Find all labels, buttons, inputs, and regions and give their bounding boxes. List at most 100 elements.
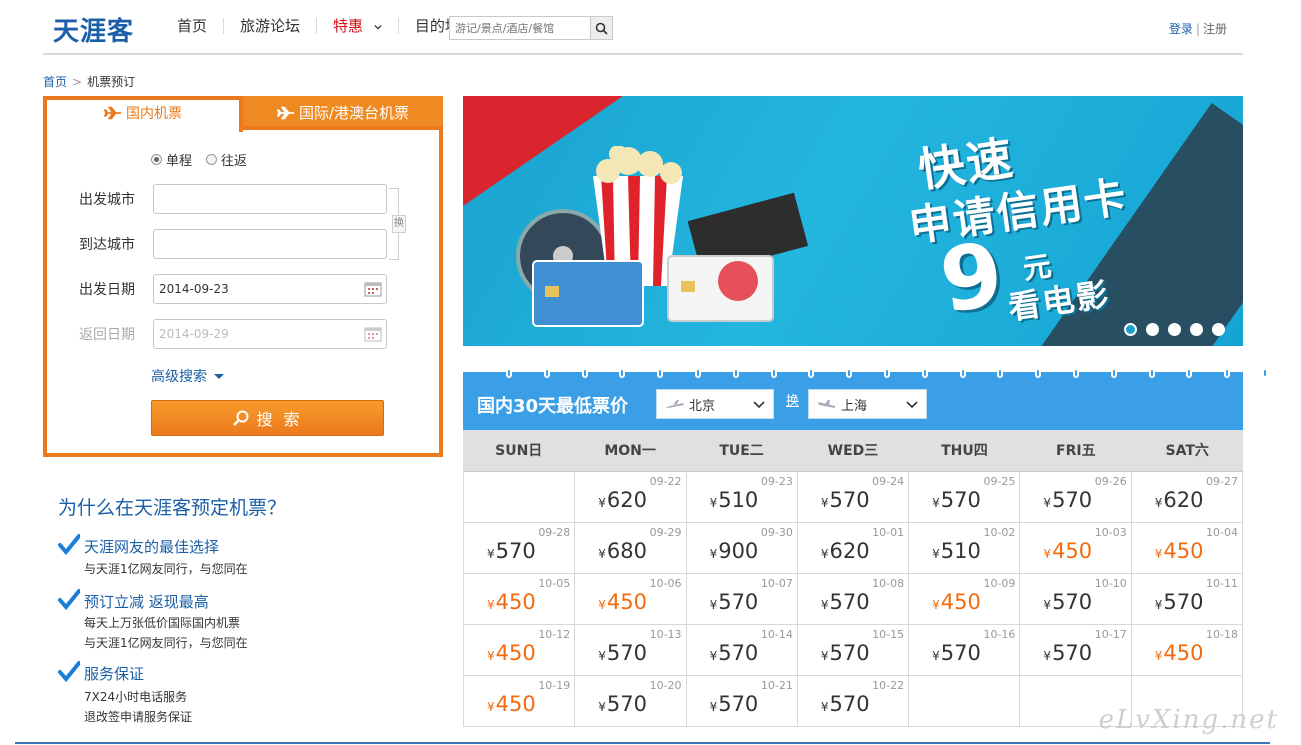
fare-price: ¥570	[710, 590, 759, 614]
depart-date-input[interactable]: 2014-09-23	[153, 274, 387, 304]
fare-date: 10-19	[538, 679, 571, 692]
fare-cell[interactable]: 10-04 ¥450	[1131, 523, 1243, 574]
fare-cell[interactable]: 09-23 ¥510	[686, 472, 798, 523]
fare-cell[interactable]: 09-24 ¥570	[797, 472, 910, 523]
fare-amount: 570	[940, 488, 981, 512]
site-logo[interactable]: 天涯客	[53, 11, 134, 48]
search-flights-button[interactable]: 搜 索	[151, 400, 384, 436]
register-link[interactable]: 注册	[1203, 22, 1227, 36]
carousel-dot[interactable]	[1190, 323, 1203, 336]
fare-price-low: ¥450	[487, 692, 536, 716]
fare-cell[interactable]: 09-27 ¥620	[1131, 472, 1243, 523]
breadcrumb-current: 机票预订	[87, 75, 136, 89]
plane-icon	[104, 106, 122, 120]
fare-cell[interactable]: 10-11 ¥570	[1131, 574, 1243, 625]
fare-price: ¥680	[598, 539, 647, 563]
fare-cell[interactable]: 10-05 ¥450	[464, 574, 576, 625]
fare-cell[interactable]: 10-10 ¥570	[1020, 574, 1132, 625]
fare-cell[interactable]: 10-13 ¥570	[575, 625, 687, 676]
promo-banner[interactable]: 快速 申请信用卡 9 元 看电影	[463, 96, 1243, 346]
fare-cell[interactable]: 10-15 ¥570	[797, 625, 910, 676]
fare-amount: 680	[606, 539, 648, 563]
fare-cell[interactable]: 10-12 ¥450	[464, 625, 576, 676]
calendar-ring	[808, 368, 815, 378]
bottom-divider	[15, 742, 1270, 744]
plane-takeoff-icon	[666, 400, 684, 408]
calendar-header: 国内30天最低票价 北京 换 上海	[463, 368, 1268, 430]
fare-cell[interactable]: 09-25 ¥570	[909, 472, 1021, 523]
swap-cities-button[interactable]: 换	[389, 188, 411, 260]
calendar-icon[interactable]	[364, 281, 382, 297]
calendar-swap-link[interactable]: 换	[786, 390, 799, 409]
fare-cell[interactable]: 10-16 ¥570	[909, 625, 1021, 676]
fare-cell[interactable]: 10-06 ¥450	[575, 574, 687, 625]
fare-amount: 620	[606, 488, 648, 512]
fare-cell[interactable]: 10-01 ¥620	[797, 523, 910, 574]
why-item-head: 服务保证	[84, 665, 145, 683]
fare-cell[interactable]: 09-28 ¥570	[464, 523, 576, 574]
fare-cell[interactable]: 10-02 ¥510	[909, 523, 1021, 574]
chevron-down-icon	[906, 401, 918, 409]
from-city-select[interactable]: 北京	[656, 389, 774, 419]
empty-cell	[909, 676, 1021, 727]
fare-cell[interactable]: 10-22 ¥570	[797, 676, 910, 727]
fare-price: ¥570	[821, 590, 870, 614]
currency-symbol: ¥	[709, 598, 718, 612]
tab-international[interactable]: 国际/港澳台机票	[243, 96, 443, 130]
fare-amount: 450	[1163, 641, 1204, 665]
watermark: eLvXing.net	[1098, 705, 1279, 735]
carousel-dot[interactable]	[1212, 323, 1225, 336]
fare-price: ¥570	[710, 692, 759, 716]
fare-date: 10-03	[1094, 526, 1127, 539]
currency-symbol: ¥	[1154, 598, 1163, 612]
radio-roundtrip-dot[interactable]	[206, 154, 218, 165]
fare-date: 10-02	[983, 526, 1016, 539]
currency-symbol: ¥	[820, 700, 829, 714]
plane-icon	[276, 106, 295, 120]
site-search-input[interactable]	[450, 17, 590, 39]
fare-cell[interactable]: 10-17 ¥570	[1020, 625, 1132, 676]
fare-cell[interactable]: 10-08 ¥570	[797, 574, 910, 625]
fare-cell[interactable]: 10-21 ¥570	[686, 676, 798, 727]
fare-cell[interactable]: 10-19 ¥450	[464, 676, 576, 727]
calendar-icon[interactable]	[364, 326, 382, 342]
fare-date: 09-25	[983, 475, 1016, 488]
return-date-input[interactable]: 2014-09-29	[153, 319, 387, 349]
radio-oneway[interactable]: 单程	[151, 150, 192, 169]
to-city-input[interactable]	[153, 229, 387, 259]
why-item-sub: 与天涯1亿网友同行，与您同在	[84, 636, 248, 650]
fare-cell[interactable]: 10-18 ¥450	[1131, 625, 1243, 676]
fare-cell[interactable]: 10-20 ¥570	[575, 676, 687, 727]
nav-forum[interactable]: 旅游论坛	[223, 18, 316, 34]
radio-oneway-dot[interactable]	[151, 154, 162, 165]
nav-home[interactable]: 首页	[161, 18, 223, 34]
fare-cell[interactable]: 09-29 ¥680	[575, 523, 687, 574]
fare-date: 10-18	[1206, 628, 1238, 641]
advanced-search-link[interactable]: 高级搜索	[151, 366, 224, 386]
fare-cell[interactable]: 10-14 ¥570	[686, 625, 798, 676]
to-city-select[interactable]: 上海	[808, 389, 927, 419]
to-row: 到达城市	[79, 229, 387, 259]
fare-cell[interactable]: 10-03 ¥450	[1020, 523, 1132, 574]
fare-cell[interactable]: 09-22 ¥620	[575, 472, 687, 523]
currency-symbol: ¥	[1043, 598, 1052, 612]
tab-domestic[interactable]: 国内机票	[43, 96, 243, 132]
fare-cell[interactable]: 09-26 ¥570	[1020, 472, 1132, 523]
breadcrumb: 首页 > 机票预订	[43, 73, 135, 90]
breadcrumb-home[interactable]: 首页	[43, 75, 67, 89]
radio-roundtrip-label: 往返	[221, 154, 248, 169]
site-search-button[interactable]	[590, 17, 612, 39]
carousel-dot[interactable]	[1124, 323, 1137, 336]
tab-domestic-label: 国内机票	[126, 106, 182, 122]
login-link[interactable]: 登录	[1169, 22, 1193, 36]
nav-deals[interactable]: 特惠	[316, 18, 398, 34]
carousel-dot[interactable]	[1146, 323, 1159, 336]
fare-price: ¥570	[1043, 488, 1092, 512]
fare-cell[interactable]: 09-30 ¥900	[686, 523, 798, 574]
carousel-dot[interactable]	[1168, 323, 1181, 336]
from-city-input[interactable]	[153, 184, 387, 214]
radio-roundtrip[interactable]: 往返	[206, 150, 247, 169]
fare-cell[interactable]: 10-07 ¥570	[686, 574, 798, 625]
fare-cell[interactable]: 10-09 ¥450	[909, 574, 1021, 625]
currency-symbol: ¥	[487, 547, 495, 561]
